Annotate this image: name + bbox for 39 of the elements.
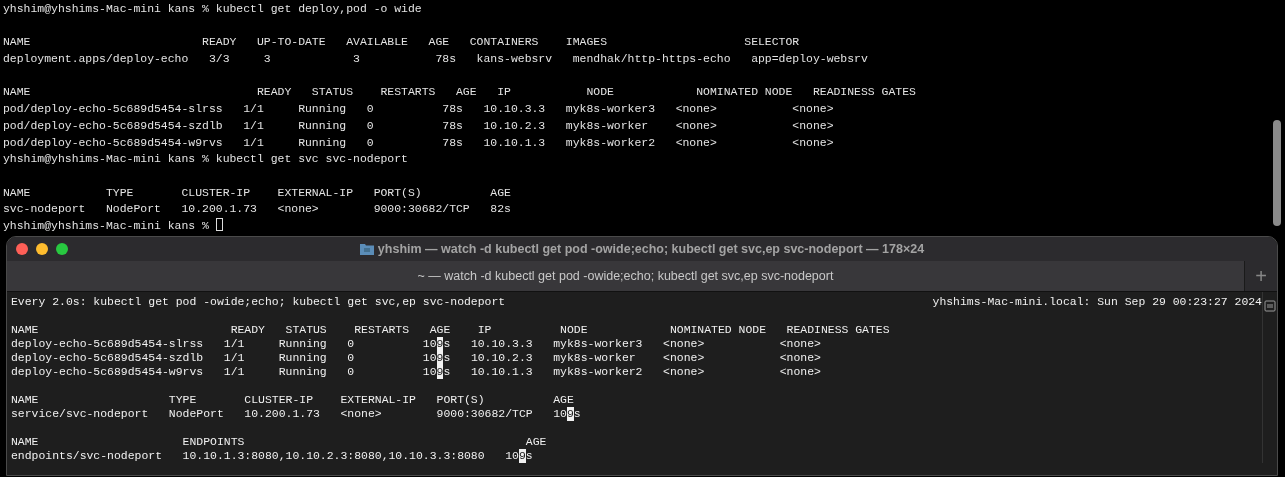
host-timestamp: yhshims-Mac-mini.local: Sun Sep 29 00:23:27 2024 [932, 295, 1262, 309]
terminal-text: deploy-echo-5c689d5454-w9rvs 1/1 Running 0 10 [11, 365, 437, 379]
terminal-line: yhshim@yhshims-Mac-mini kans % kubectl get deploy,pod -o wide [3, 1, 422, 17]
watch-command: Every 2.0s: kubectl get pod -owide;echo; kubectl get svc,ep svc-nodeport [11, 295, 506, 309]
terminal-line: NAME TYPE CLUSTER-IP EXTERNAL-IP PORT(S) AGE [3, 184, 511, 201]
prompt-line: yhshim@yhshims-Mac-mini kans % [3, 217, 210, 234]
split-icon[interactable] [1264, 299, 1276, 312]
terminal-line: yhshim@yhshims-Mac-mini kans % kubectl get svc svc-nodeport [3, 151, 408, 168]
terminal-line: pod/deploy-echo-5c689d5454-szdlb 1/1 Running 0 78s 10.10.2.3 myk8s-worker <none> <none> [3, 117, 834, 134]
terminal-text: s [573, 407, 581, 421]
minimize-button[interactable] [36, 243, 48, 255]
changed-digit: 9 [518, 449, 526, 463]
terminal-text: NAME TYPE CLUSTER-IP EXTERNAL-IP PORT(S) AGE [11, 393, 574, 407]
window-title: yhshim — watch -d kubectl get pod -owide;echo; kubectl get svc,ep svc-nodeport — 178×24 [377, 240, 925, 258]
terminal-text: s 10.10.2.3 myk8s-worker <none> <none> [443, 351, 821, 365]
zoom-button[interactable] [56, 243, 68, 255]
folder-icon [359, 243, 374, 255]
scrollbar[interactable] [1273, 120, 1281, 226]
terminal-line: svc-nodeport NodePort 10.200.1.73 <none> 9000:30682/TCP 82s [3, 201, 511, 218]
changed-digit: 9 [436, 365, 444, 379]
changed-digit: 9 [436, 337, 444, 351]
terminal-line: pod/deploy-echo-5c689d5454-slrss 1/1 Running 0 78s 10.10.3.3 myk8s-worker3 <none> <none> [3, 101, 834, 118]
terminal-text: s [525, 449, 533, 463]
terminal-text: deploy-echo-5c689d5454-slrss 1/1 Running 0 10 [11, 337, 437, 351]
terminal-line: pod/deploy-echo-5c689d5454-w9rvs 1/1 Running 0 78s 10.10.1.3 myk8s-worker2 <none> <none> [3, 134, 834, 151]
terminal-line: NAME READY UP-TO-DATE AVAILABLE AGE CONTAINERS IMAGES SELECTOR [3, 34, 800, 51]
changed-digit: 9 [436, 351, 444, 365]
terminal-line: NAME READY STATUS RESTARTS AGE IP NODE NOMINATED NODE READINESS GATES [3, 84, 916, 101]
terminal-text: NAME ENDPOINTS AGE [11, 435, 547, 449]
close-button[interactable] [16, 243, 28, 255]
tab[interactable]: ~ — watch -d kubectl get pod -owide;echo; kubectl get svc,ep svc-nodeport [7, 261, 1244, 291]
terminal-text: NAME READY STATUS RESTARTS AGE IP NODE NOMINATED NODE READINESS GATES [11, 323, 890, 337]
terminal-text: service/svc-nodeport NodePort 10.200.1.73 <none> 9000:30682/TCP 10 [11, 407, 567, 421]
terminal-text: s 10.10.1.3 myk8s-worker2 <none> <none> [443, 365, 821, 379]
terminal-line: deployment.apps/deploy-echo 3/3 3 3 78s kans-websrv mendhak/http-https-echo app=deploy-websrv [3, 51, 868, 68]
terminal-text: endpoints/svc-nodeport 10.10.1.3:8080,10.10.2.3:8080,10.10.3.3:8080 10 [11, 449, 519, 463]
terminal-text: s 10.10.3.3 myk8s-worker3 <none> <none> [443, 337, 821, 351]
changed-digit: 9 [566, 407, 574, 421]
terminal-text: deploy-echo-5c689d5454-szdlb 1/1 Running 0 10 [11, 351, 437, 365]
